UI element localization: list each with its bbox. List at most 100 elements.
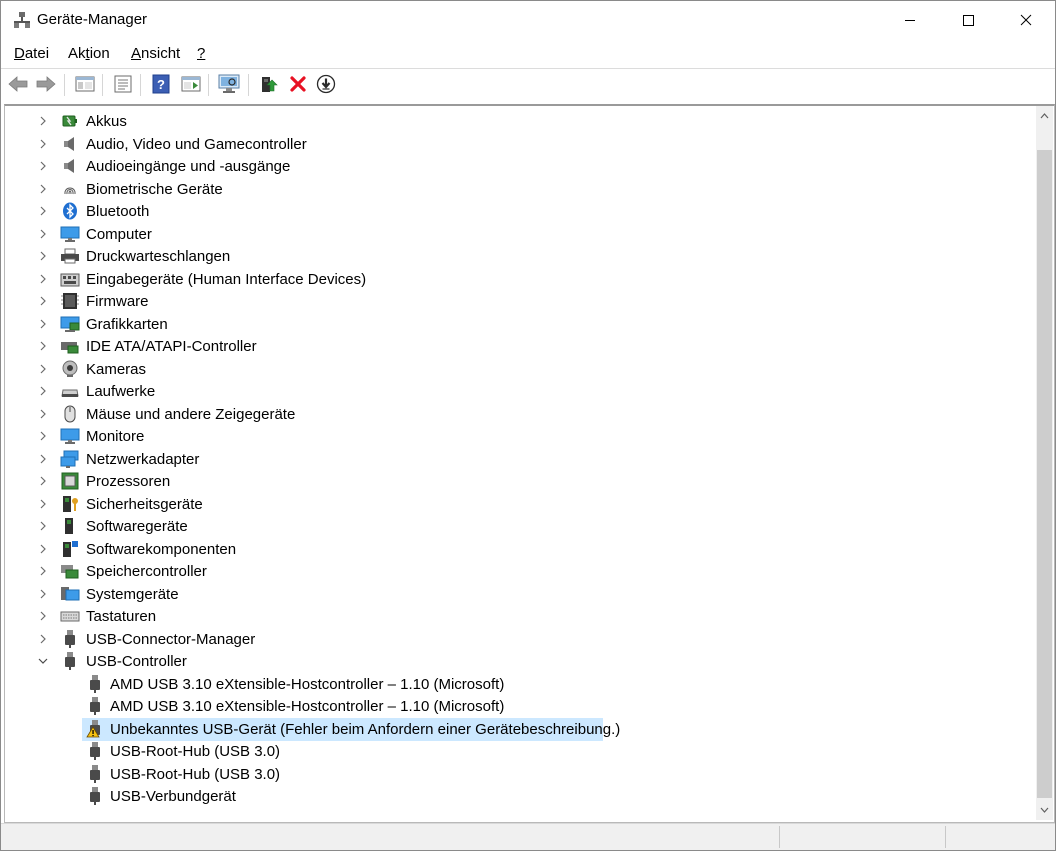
scan-hardware-button[interactable]: [217, 72, 241, 96]
tree-category-label: Druckwarteschlangen: [86, 248, 231, 265]
chevron-down-icon[interactable]: [35, 650, 51, 672]
chevron-right-icon[interactable]: [35, 110, 51, 132]
chevron-right-icon[interactable]: [35, 538, 51, 560]
chevron-right-icon[interactable]: [35, 605, 51, 627]
forward-button[interactable]: [34, 72, 58, 96]
device-tree[interactable]: Akkus Audio, Video und Gamecontroller Au…: [5, 109, 1035, 821]
tree-category-print-queues[interactable]: Druckwarteschlangen: [5, 245, 1035, 267]
tree-category-display-adapters[interactable]: Grafikkarten: [5, 313, 1035, 335]
title-bar[interactable]: Geräte-Manager: [1, 1, 1055, 39]
chevron-right-icon[interactable]: [35, 223, 51, 245]
chevron-right-icon[interactable]: [35, 178, 51, 200]
chevron-right-icon[interactable]: [35, 403, 51, 425]
properties-button[interactable]: [111, 72, 135, 96]
chevron-right-icon[interactable]: [35, 470, 51, 492]
tree-category-drives[interactable]: Laufwerke: [5, 380, 1035, 402]
tree-category-cameras[interactable]: Kameras: [5, 358, 1035, 380]
tree-category-usb-controller[interactable]: USB-Controller: [5, 650, 1035, 672]
chevron-right-icon[interactable]: [35, 155, 51, 177]
scroll-down-button[interactable]: [1036, 800, 1053, 820]
chevron-right-icon[interactable]: [35, 425, 51, 447]
tree-category-bluetooth[interactable]: Bluetooth: [5, 200, 1035, 222]
chevron-right-icon[interactable]: [35, 133, 51, 155]
minimize-button[interactable]: [881, 1, 939, 39]
display-adapter-icon: [60, 315, 80, 333]
vertical-scrollbar[interactable]: [1036, 106, 1053, 820]
menu-datei[interactable]: Datei: [14, 45, 49, 62]
chevron-right-icon[interactable]: [35, 290, 51, 312]
chevron-right-icon[interactable]: [35, 245, 51, 267]
chevron-right-icon[interactable]: [35, 335, 51, 357]
chevron-right-icon[interactable]: [35, 268, 51, 290]
storage-controller-icon: [60, 562, 80, 580]
toolbar: ?: [1, 68, 1055, 101]
tree-device-unknown-usb-selected[interactable]: Unbekanntes USB-Gerät (Fehler beim Anfor…: [5, 718, 1035, 741]
action-pane-button[interactable]: [179, 72, 203, 96]
close-button[interactable]: [997, 1, 1055, 39]
tree-device-usb-root-hub-1[interactable]: USB-Root-Hub (USB 3.0): [5, 740, 1035, 762]
usb-icon: [85, 765, 105, 783]
device-manager-window: Geräte-Manager Datei Aktion Ansicht ? ? …: [0, 0, 1056, 851]
disable-device-button[interactable]: [314, 72, 338, 96]
tree-category-label: Monitore: [86, 428, 145, 445]
monitor-icon: [60, 427, 80, 445]
maximize-button[interactable]: [939, 1, 997, 39]
chevron-right-icon[interactable]: [35, 628, 51, 650]
svg-text:?: ?: [157, 77, 165, 92]
close-icon: [1020, 14, 1032, 26]
tree-category-label: Prozessoren: [86, 473, 171, 490]
hid-icon: [60, 270, 80, 288]
tree-category-system-devices[interactable]: Systemgeräte: [5, 583, 1035, 605]
chevron-right-icon[interactable]: [35, 313, 51, 335]
printer-icon: [60, 247, 80, 265]
tree-category-hid[interactable]: Eingabegeräte (Human Interface Devices): [5, 268, 1035, 290]
tree-category-audio-io[interactable]: Audioeingänge und -ausgänge: [5, 155, 1035, 177]
menu-aktion[interactable]: Aktion: [68, 45, 110, 62]
tree-category-ide[interactable]: IDE ATA/ATAPI-Controller: [5, 335, 1035, 357]
tree-category-network-adapters[interactable]: Netzwerkadapter: [5, 448, 1035, 470]
tree-device-amd-usb-host-1[interactable]: AMD USB 3.10 eXtensible-Hostcontroller –…: [5, 673, 1035, 695]
back-button[interactable]: [6, 72, 30, 96]
chevron-right-icon[interactable]: [35, 493, 51, 515]
tree-category-monitors[interactable]: Monitore: [5, 425, 1035, 447]
console-tree-button[interactable]: [73, 72, 97, 96]
tree-category-biometric[interactable]: Biometrische Geräte: [5, 178, 1035, 200]
tree-category-software-components[interactable]: Softwarekomponenten: [5, 538, 1035, 560]
chevron-right-icon[interactable]: [35, 583, 51, 605]
update-driver-button[interactable]: [257, 72, 281, 96]
tree-device-usb-root-hub-2[interactable]: USB-Root-Hub (USB 3.0): [5, 763, 1035, 785]
back-icon: [8, 76, 28, 92]
tree-category-audio-video[interactable]: Audio, Video und Gamecontroller: [5, 133, 1035, 155]
ide-controller-icon: [60, 337, 80, 355]
tree-category-security-devices[interactable]: Sicherheitsgeräte: [5, 493, 1035, 515]
security-device-icon: [60, 495, 80, 513]
chevron-right-icon[interactable]: [35, 560, 51, 582]
tree-category-usb-connector-manager[interactable]: USB-Connector-Manager: [5, 628, 1035, 650]
chevron-right-icon[interactable]: [35, 515, 51, 537]
chevron-right-icon[interactable]: [35, 358, 51, 380]
uninstall-button[interactable]: [286, 72, 310, 96]
drive-icon: [60, 382, 80, 400]
menu-ansicht[interactable]: Ansicht: [131, 45, 180, 62]
tree-category-akkus[interactable]: Akkus: [5, 110, 1035, 132]
scrollbar-thumb[interactable]: [1037, 150, 1052, 798]
tree-category-software-devices[interactable]: Softwaregeräte: [5, 515, 1035, 537]
menu-help[interactable]: ?: [197, 45, 205, 62]
tree-category-keyboards[interactable]: Tastaturen: [5, 605, 1035, 627]
tree-category-label: Kameras: [86, 361, 147, 378]
tree-category-storage-controllers[interactable]: Speichercontroller: [5, 560, 1035, 582]
chevron-right-icon[interactable]: [35, 200, 51, 222]
chevron-right-icon[interactable]: [35, 448, 51, 470]
tree-category-computer[interactable]: Computer: [5, 223, 1035, 245]
tree-category-firmware[interactable]: Firmware: [5, 290, 1035, 312]
tree-category-mice[interactable]: Mäuse und andere Zeigegeräte: [5, 403, 1035, 425]
scroll-up-button[interactable]: [1036, 106, 1053, 126]
tree-device-amd-usb-host-2[interactable]: AMD USB 3.10 eXtensible-Hostcontroller –…: [5, 695, 1035, 717]
help-button[interactable]: ?: [149, 72, 173, 96]
tree-category-processors[interactable]: Prozessoren: [5, 470, 1035, 492]
chevron-right-icon[interactable]: [35, 380, 51, 402]
speaker-icon: [60, 157, 80, 175]
tree-device-usb-composite[interactable]: USB-Verbundgerät: [5, 785, 1035, 807]
system-device-icon: [60, 585, 80, 603]
toolbar-separator: [140, 74, 141, 96]
